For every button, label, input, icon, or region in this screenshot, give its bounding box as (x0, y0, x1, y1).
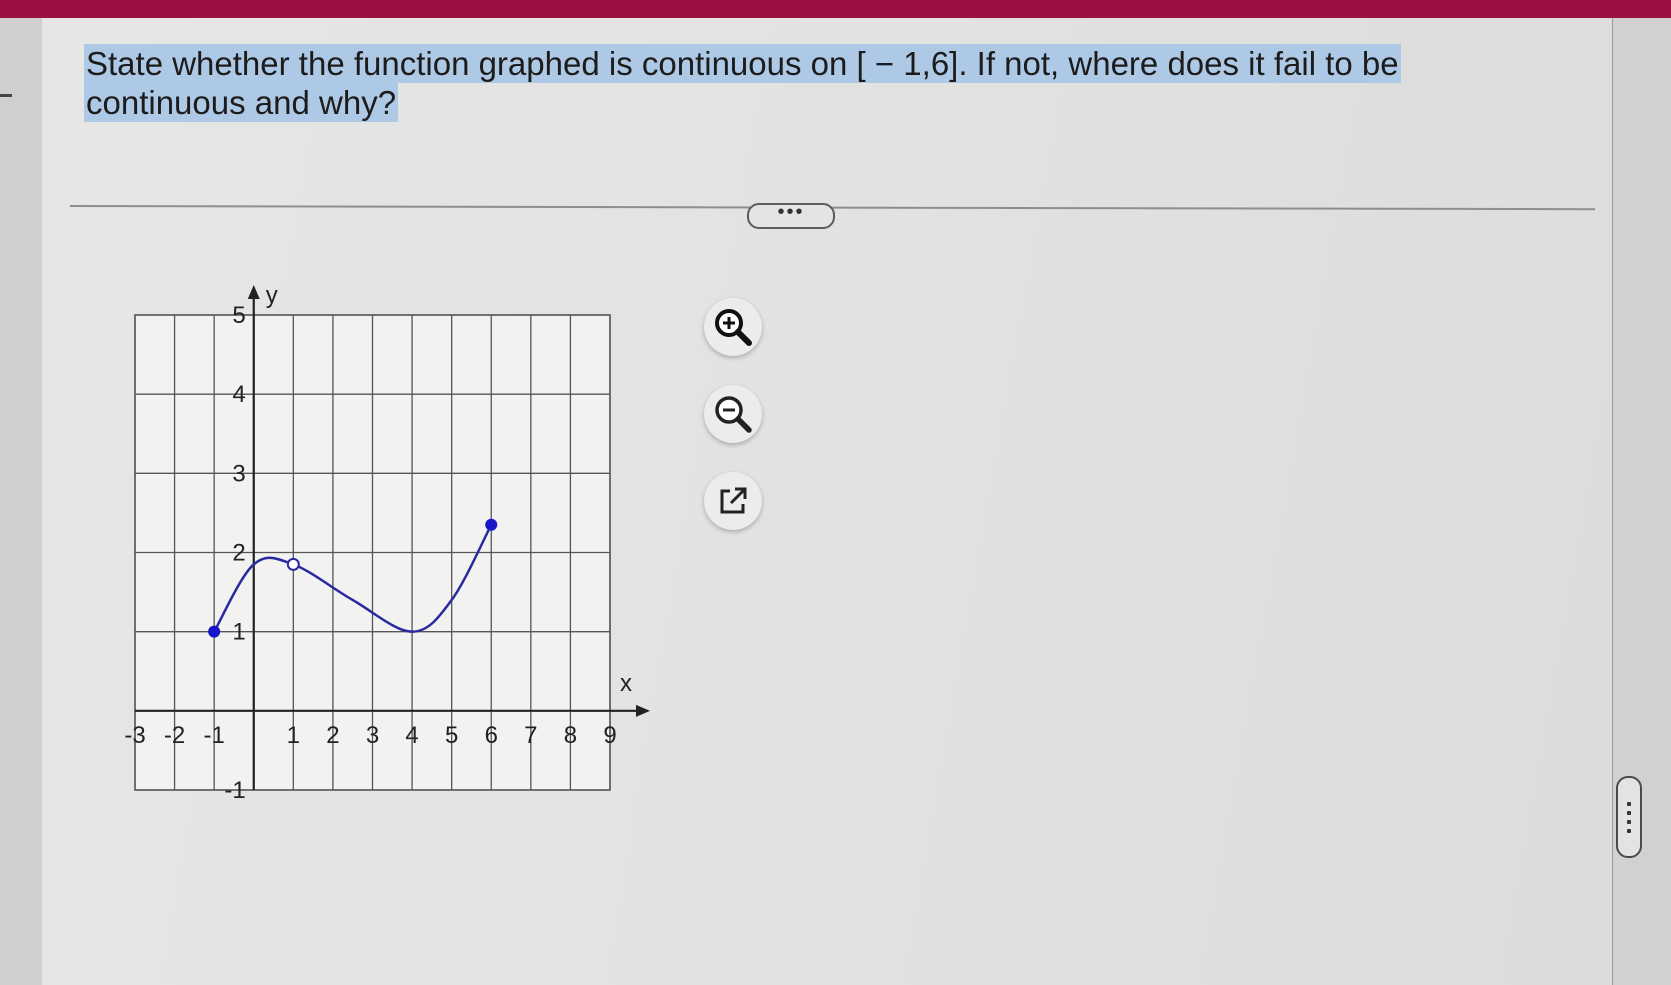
y-axis-label: y (266, 282, 278, 309)
handle-dot (1627, 802, 1631, 806)
x-tick-label: 8 (564, 722, 577, 749)
y-tick-label: 1 (232, 619, 245, 646)
y-axis-arrow (247, 285, 260, 299)
external-link-icon (720, 487, 747, 514)
y-tick-label: 4 (232, 381, 245, 408)
question-line-2: continuous and why? (84, 83, 399, 122)
x-axis-label: x (620, 670, 632, 697)
x-tick-label: -3 (124, 722, 145, 749)
graph-grid (134, 314, 611, 791)
y-tick-label: 5 (232, 302, 245, 329)
open-external-button[interactable] (704, 472, 762, 530)
left-margin (0, 18, 43, 985)
graph-svg: -3 -2 -1 1 2 3 4 5 6 7 8 954321-1 y x (124, 282, 650, 804)
x-tick-label: -1 (203, 722, 224, 749)
x-tick-label: 7 (524, 722, 537, 749)
x-tick-label: 1 (287, 722, 300, 749)
left-marker (0, 94, 12, 97)
x-tick-label: 2 (326, 722, 339, 749)
zoom-out-button[interactable] (704, 385, 762, 443)
closed-point (485, 518, 498, 531)
x-tick-label: 9 (603, 722, 616, 749)
expand-more-button[interactable]: ••• (747, 202, 835, 229)
x-tick-label: 3 (366, 722, 379, 749)
side-panel-handle[interactable] (1616, 776, 1642, 858)
magnifier-minus-icon (715, 396, 752, 433)
y-tick-label: -1 (224, 777, 245, 804)
x-tick-label: 4 (405, 722, 418, 749)
open-point (286, 557, 300, 571)
handle-dot (1627, 820, 1631, 824)
zoom-in-button[interactable] (704, 298, 762, 356)
handle-dot (1627, 811, 1631, 815)
closed-point (208, 625, 221, 638)
x-axis-arrow (636, 704, 650, 717)
handle-dot (1627, 829, 1631, 833)
y-tick-label: 2 (232, 540, 245, 567)
x-tick-label: -2 (164, 722, 185, 749)
question-line-1: State whether the function graphed is co… (84, 44, 1401, 83)
y-tick-label: 3 (232, 460, 245, 487)
x-tick-label: 6 (485, 722, 498, 749)
x-tick-label: 5 (445, 722, 458, 749)
question-text: State whether the function graphed is co… (84, 44, 1484, 122)
top-bar (0, 0, 1671, 18)
magnifier-plus-icon (715, 309, 752, 346)
function-graph: -3 -2 -1 1 2 3 4 5 6 7 8 9 5 4 3 2 1 -1 y x (110, 275, 690, 850)
